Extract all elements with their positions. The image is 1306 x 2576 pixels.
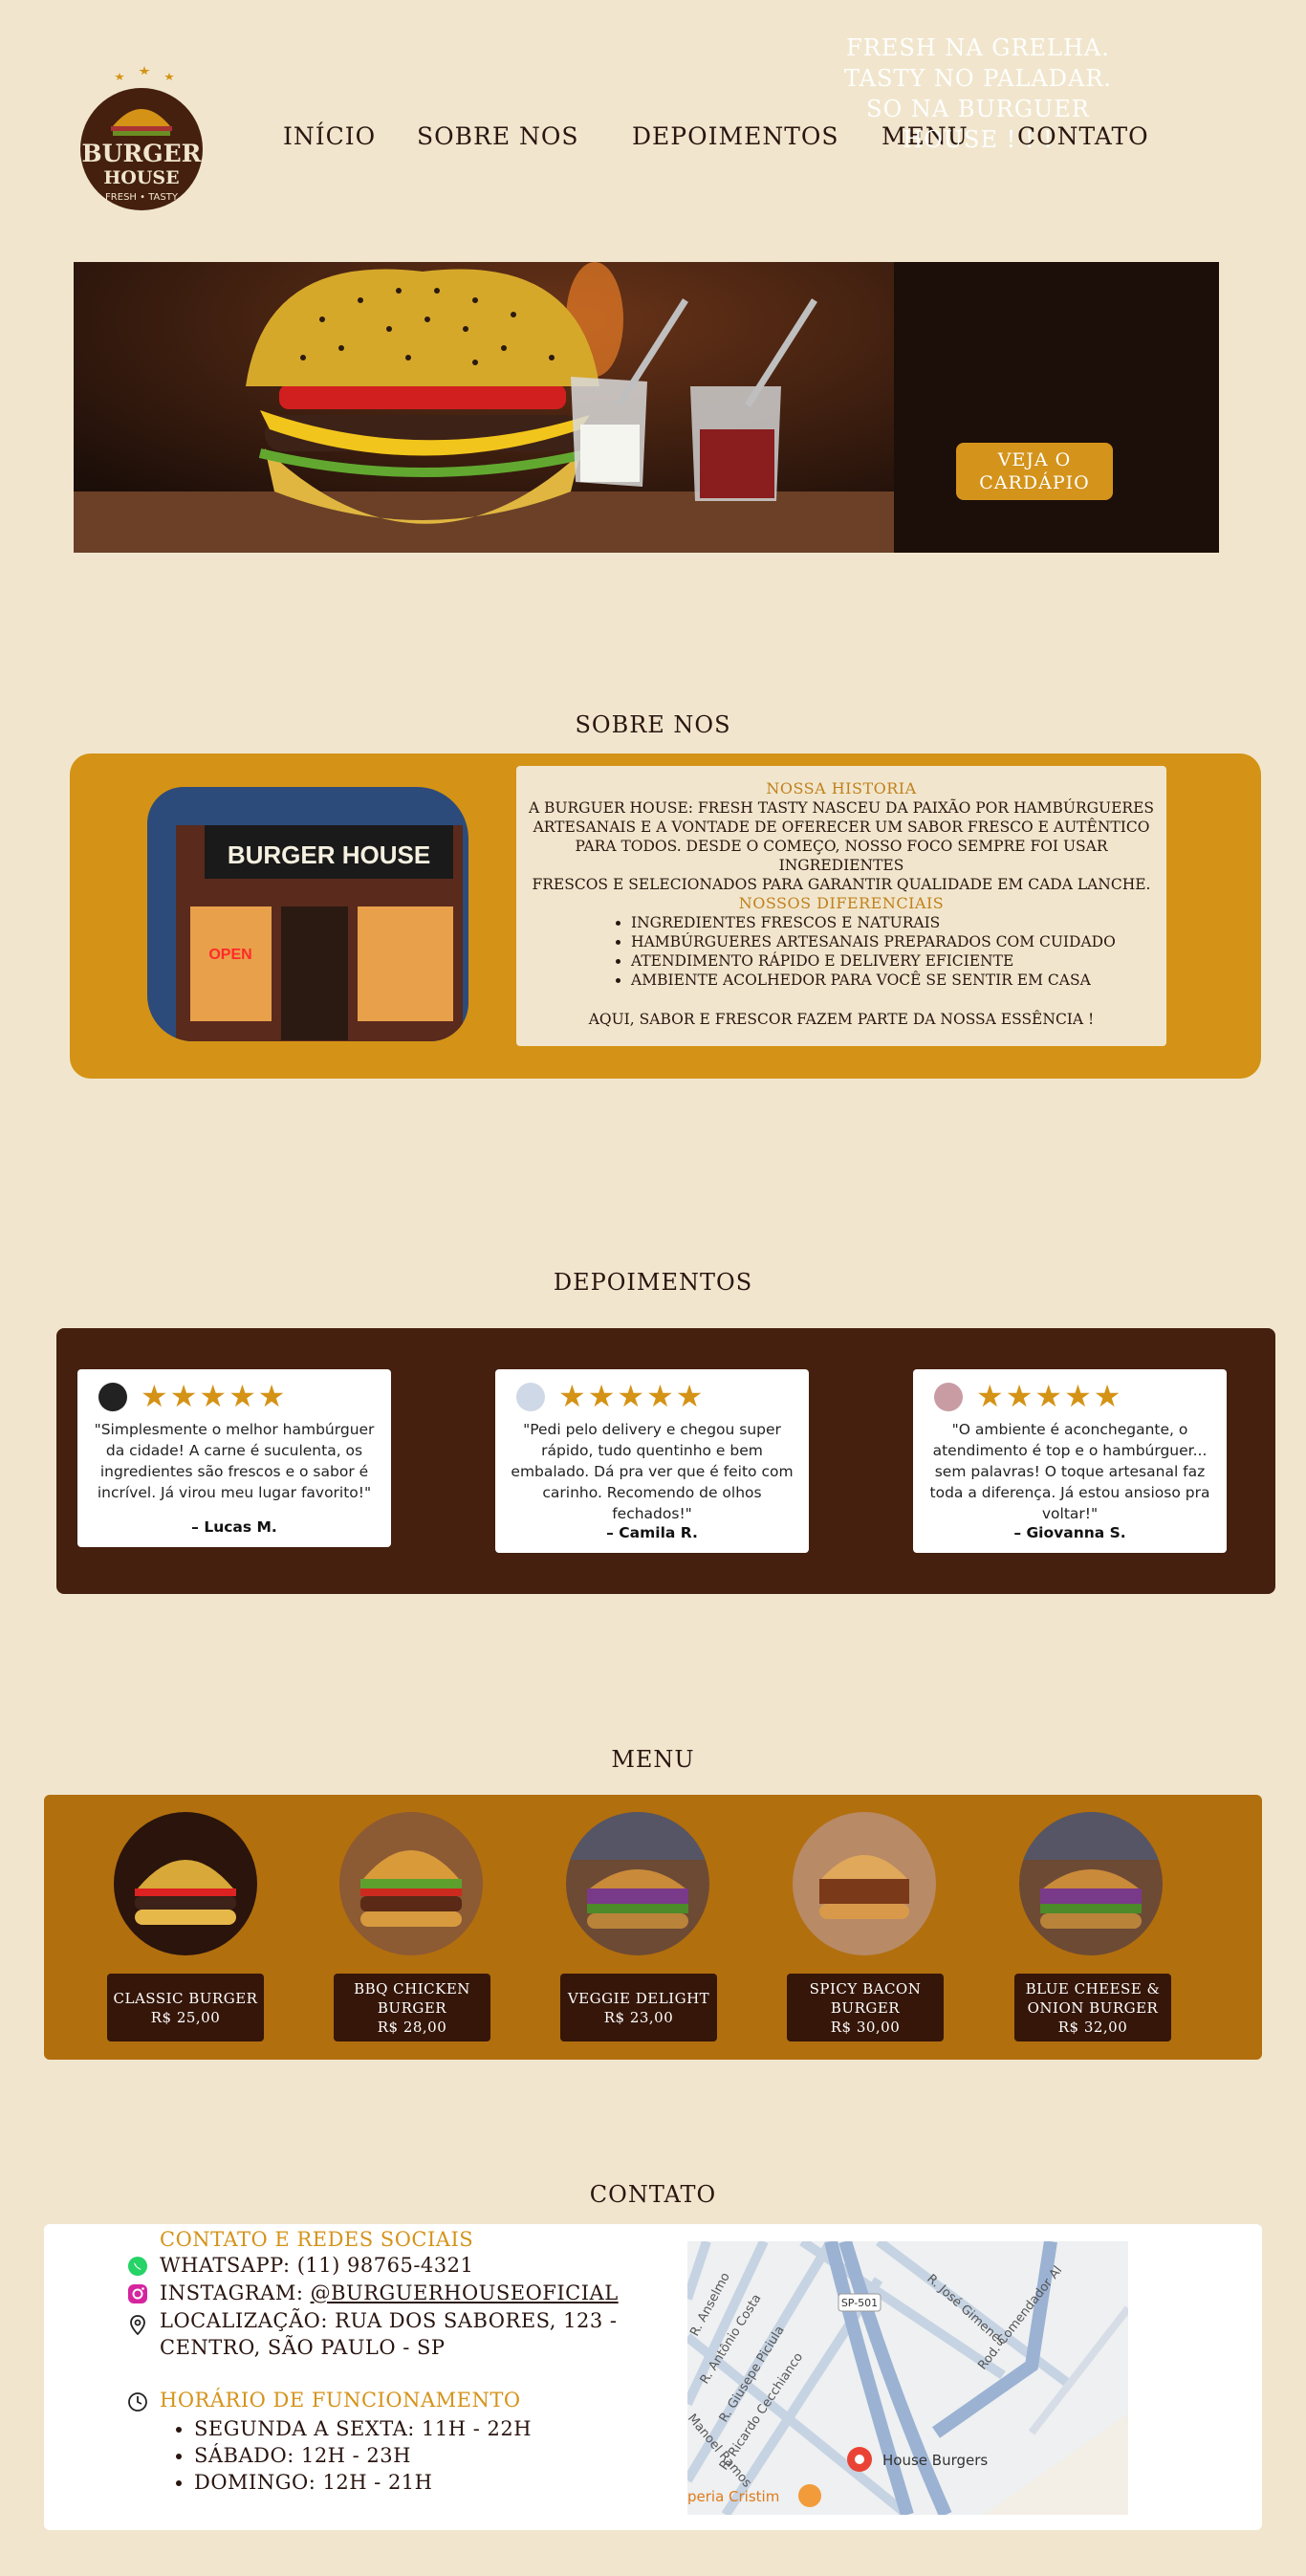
menu-item-image[interactable] — [1019, 1812, 1163, 1955]
testimonial-author: – Lucas M. — [191, 1518, 277, 1536]
list-item: DOMINGO: 12H - 21H — [194, 2469, 532, 2496]
testimonial-text: "O ambiente é aconchegante, o atendiment… — [929, 1421, 1210, 1522]
social-heading: CONTATO E REDES SOCIAIS — [160, 2228, 474, 2251]
list-item: HAMBÚRGUERES ARTESANAIS PREPARADOS COM C… — [631, 932, 1116, 951]
nav-inicio[interactable]: INÍCIO — [283, 122, 376, 150]
diff-list: INGREDIENTES FRESCOS E NATURAIS HAMBÚRGU… — [614, 913, 1116, 990]
storefront-image: BURGER HOUSE OPEN — [147, 787, 468, 1041]
list-item: INGREDIENTES FRESCOS E NATURAIS — [631, 913, 1116, 932]
hero-banner — [74, 262, 1219, 553]
rating-stars: ★★★★★ — [141, 1378, 288, 1414]
sobre-closing: AQUI, SABOR E FRESCOR FAZEM PARTE DA NOS… — [588, 1011, 1095, 1028]
history-heading: NOSSA HISTORIA — [766, 779, 917, 797]
logo[interactable]: BURGER HOUSE FRESH • TASTY — [75, 63, 208, 214]
svg-text:peria Cristim: peria Cristim — [687, 2488, 779, 2505]
instagram-label: INSTAGRAM: — [160, 2281, 311, 2304]
instagram-icon — [127, 2283, 148, 2304]
diff-heading: NOSSOS DIFERENCIAIS — [738, 894, 945, 912]
location-text: LOCALIZAÇÃO: RUA DOS SABORES, 123 - CENT… — [160, 2309, 618, 2359]
testimonial-author: – Camila R. — [606, 1524, 698, 1541]
nav-sobre[interactable]: SOBRE NOS — [417, 122, 579, 150]
avatar — [516, 1383, 545, 1411]
rating-stars: ★★★★★ — [976, 1378, 1123, 1414]
testimonial-text: "Pedi pelo delivery e chegou super rápid… — [511, 1421, 794, 1522]
view-menu-button[interactable]: VEJA O CARDÁPIO — [956, 443, 1113, 500]
hero-headline: FRESH NA GRELHA. TASTY NO PALADAR. SO NA… — [843, 34, 1113, 153]
menu-item-label[interactable]: CLASSIC BURGER R$ 25,00 — [107, 1974, 264, 2041]
rating-stars: ★★★★★ — [558, 1378, 706, 1414]
nav-depoimentos[interactable]: DEPOIMENTOS — [632, 122, 839, 150]
hero-burger-image — [74, 262, 894, 553]
list-item: ATENDIMENTO RÁPIDO E DELIVERY EFICIENTE — [631, 951, 1116, 971]
history-text: A BURGUER HOUSE: FRESH TASTY NASCEU DA P… — [528, 799, 1155, 893]
menu-item-image[interactable] — [566, 1812, 709, 1955]
location-pin-icon — [127, 2314, 148, 2336]
section-title-contato: CONTATO — [589, 2181, 717, 2208]
instagram-link[interactable]: @BURGUERHOUSEOFICIAL — [311, 2281, 619, 2304]
svg-text:BURGER: BURGER — [82, 140, 202, 167]
sobre-text-card: NOSSA HISTORIA A BURGUER HOUSE: FRESH TA… — [516, 766, 1166, 1046]
menu-item-image[interactable] — [339, 1812, 483, 1955]
list-item: SEGUNDA A SEXTA: 11H - 22H — [194, 2415, 532, 2442]
testimonial-card: ★★★★★ "Simplesmente o melhor hambúrguer … — [77, 1369, 391, 1547]
menu-item-image[interactable] — [114, 1812, 257, 1955]
avatar — [98, 1383, 127, 1411]
menu-item-label[interactable]: SPICY BACON BURGER R$ 30,00 — [787, 1974, 944, 2041]
list-item: AMBIENTE ACOLHEDOR PARA VOCÊ SE SENTIR E… — [631, 971, 1116, 990]
whatsapp-link[interactable]: WHATSAPP: (11) 98765-4321 — [160, 2252, 473, 2279]
svg-text:BURGER HOUSE: BURGER HOUSE — [228, 840, 430, 869]
section-title-menu: MENU — [611, 1746, 695, 1773]
svg-text:House Burgers: House Burgers — [882, 2452, 988, 2469]
testimonial-text: "Simplesmente o melhor hambúrguer da cid… — [94, 1421, 375, 1501]
menu-item-label[interactable]: VEGGIE DELIGHT R$ 23,00 — [560, 1974, 717, 2041]
whatsapp-icon — [127, 2256, 148, 2277]
hours-list: SEGUNDA A SEXTA: 11H - 22H SÁBADO: 12H -… — [177, 2415, 532, 2496]
svg-text:OPEN: OPEN — [208, 947, 251, 963]
svg-text:HOUSE: HOUSE — [103, 167, 179, 188]
location-map[interactable]: R. Anselmo R. Antônio Costa R. Giusepe P… — [687, 2241, 1128, 2515]
menu-item-label[interactable]: BLUE CHEESE & ONION BURGER R$ 32,00 — [1014, 1974, 1171, 2041]
section-title-sobre: SOBRE NOS — [575, 711, 731, 738]
hours-heading: HORÁRIO DE FUNCIONAMENTO — [160, 2389, 521, 2412]
instagram-line: INSTAGRAM: @BURGUERHOUSEOFICIAL — [160, 2280, 619, 2306]
clock-icon — [127, 2391, 148, 2412]
section-title-depoimentos: DEPOIMENTOS — [553, 1269, 753, 1296]
testimonial-author: – Giovanna S. — [1013, 1524, 1126, 1541]
svg-text:FRESH • TASTY: FRESH • TASTY — [105, 192, 179, 203]
menu-item-image[interactable] — [793, 1812, 936, 1955]
testimonial-card: ★★★★★ "Pedi pelo delivery e chegou super… — [495, 1369, 809, 1553]
testimonial-card: ★★★★★ "O ambiente é aconchegante, o aten… — [913, 1369, 1227, 1553]
list-item: SÁBADO: 12H - 23H — [194, 2442, 532, 2469]
svg-text:SP-501: SP-501 — [841, 2297, 878, 2309]
avatar — [934, 1383, 963, 1411]
menu-item-label[interactable]: BBQ CHICKEN BURGER R$ 28,00 — [334, 1974, 490, 2041]
